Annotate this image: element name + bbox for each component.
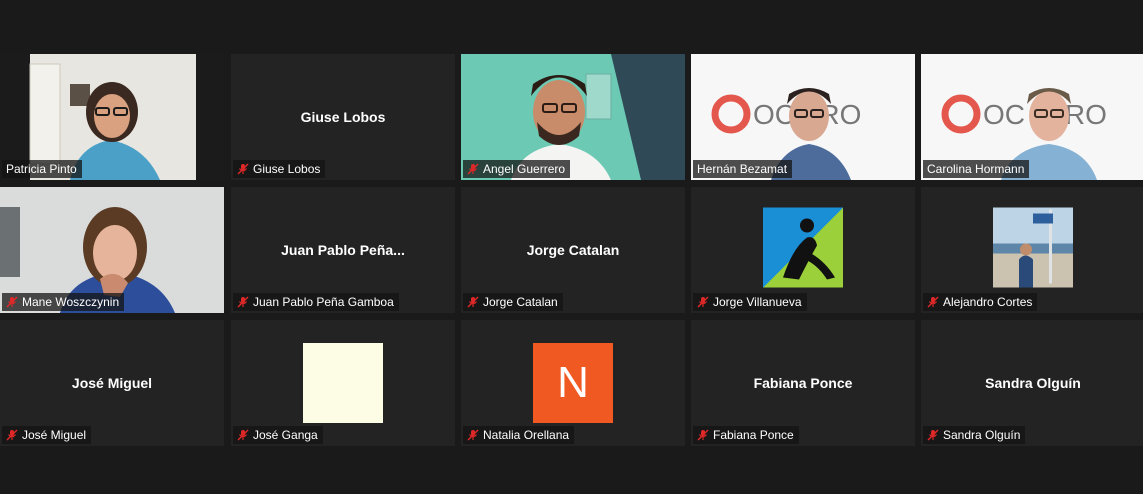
mic-muted-icon (6, 296, 18, 308)
participant-tile-mane-woszczynin[interactable]: Mane Woszczynin (0, 187, 224, 313)
blank-avatar (303, 343, 383, 423)
mic-muted-icon (237, 296, 249, 308)
participant-name-label: Sandra Olguín (923, 426, 1026, 444)
participant-name: José Ganga (253, 428, 318, 442)
mic-muted-icon (467, 429, 479, 441)
participant-center-name: Fabiana Ponce (753, 375, 853, 391)
participant-tile-giuse-lobos[interactable]: Giuse Lobos Giuse Lobos (231, 54, 455, 180)
participant-tile-carolina-hormann[interactable]: OC ATRO Carolina Hormann (921, 54, 1143, 180)
participant-name: Juan Pablo Peña Gamboa (253, 295, 394, 309)
participant-name: Jorge Villanueva (713, 295, 802, 309)
participant-name-label: Alejandro Cortes (923, 293, 1038, 311)
participant-tile-jorge-villanueva[interactable]: Jorge Villanueva (691, 187, 915, 313)
participant-tile-angel-guerrero[interactable]: Angel Guerrero (461, 54, 685, 180)
participant-name-label: José Ganga (233, 426, 323, 444)
mic-muted-icon (467, 296, 479, 308)
participant-tile-fabiana-ponce[interactable]: Fabiana Ponce Fabiana Ponce (691, 320, 915, 446)
participant-tile-sandra-olguin[interactable]: Sandra Olguín Sandra Olguín (921, 320, 1143, 446)
participant-name: Carolina Hormann (927, 162, 1025, 176)
beach-photo-icon (993, 207, 1073, 288)
participant-center-name: José Miguel (71, 375, 153, 391)
participant-tile-juan-pablo-pena-gamboa[interactable]: Juan Pablo Peña... Juan Pablo Peña Gambo… (231, 187, 455, 313)
participant-name-label: Angel Guerrero (463, 160, 571, 178)
mic-muted-icon (697, 296, 709, 308)
participant-tile-jorge-catalan[interactable]: Jorge Catalan Jorge Catalan (461, 187, 685, 313)
participant-tile-alejandro-cortes[interactable]: Alejandro Cortes (921, 187, 1143, 313)
mic-muted-icon (237, 163, 249, 175)
participant-name-label: Fabiana Ponce (693, 426, 799, 444)
participant-name-label: Patricia Pinto (2, 160, 82, 178)
participant-name-label: Mane Woszczynin (2, 293, 125, 311)
mic-muted-icon (467, 163, 479, 175)
mic-muted-icon (6, 429, 18, 441)
profile-picture (763, 207, 843, 293)
mic-muted-icon (237, 429, 249, 441)
letter-avatar: N (533, 343, 613, 423)
profile-picture (303, 343, 383, 423)
participant-center-name: Sandra Olguín (985, 375, 1081, 391)
participant-name: Alejandro Cortes (943, 295, 1033, 309)
mic-muted-icon (697, 429, 709, 441)
participant-name: Sandra Olguín (943, 428, 1021, 442)
participant-tile-natalia-orellana[interactable]: N Natalia Orellana (461, 320, 685, 446)
participant-name: Giuse Lobos (253, 162, 321, 176)
participant-name-label: José Miguel (2, 426, 92, 444)
participant-tile-jose-miguel[interactable]: José Miguel José Miguel (0, 320, 224, 446)
participant-name: Jorge Catalan (483, 295, 558, 309)
participant-name: Patricia Pinto (6, 162, 77, 176)
participant-name-label: Natalia Orellana (463, 426, 575, 444)
profile-picture: N (533, 343, 613, 423)
participant-tile-jose-ganga[interactable]: José Ganga (231, 320, 455, 446)
profile-picture (993, 207, 1073, 293)
participant-name: Fabiana Ponce (713, 428, 794, 442)
participant-name-label: Juan Pablo Peña Gamboa (233, 293, 399, 311)
participant-name: Hernán Bezamat (697, 162, 788, 176)
participant-tile-patricia-pinto[interactable]: Patricia Pinto (0, 54, 224, 180)
participant-name-label: Jorge Catalan (463, 293, 563, 311)
mic-muted-icon (927, 429, 939, 441)
participant-name: Natalia Orellana (483, 428, 570, 442)
participant-name-label: Carolina Hormann (923, 160, 1030, 178)
participant-name-label: Jorge Villanueva (693, 293, 807, 311)
fitness-logo-icon (763, 207, 843, 288)
participant-name-label: Hernán Bezamat (693, 160, 793, 178)
participant-name: José Miguel (22, 428, 87, 442)
participant-name-label: Giuse Lobos (233, 160, 326, 178)
participant-center-name: Juan Pablo Peña... (281, 242, 405, 258)
participant-tile-hernan-bezamat[interactable]: OC TRO Hernán Bezamat (691, 54, 915, 180)
participant-name: Mane Woszczynin (22, 295, 120, 309)
participant-name: Angel Guerrero (483, 162, 566, 176)
participant-grid: Patricia Pinto Giuse Lobos Giuse Lobos A… (0, 54, 1143, 446)
mic-muted-icon (927, 296, 939, 308)
participant-center-name: Giuse Lobos (300, 109, 386, 125)
participant-center-name: Jorge Catalan (526, 242, 620, 258)
